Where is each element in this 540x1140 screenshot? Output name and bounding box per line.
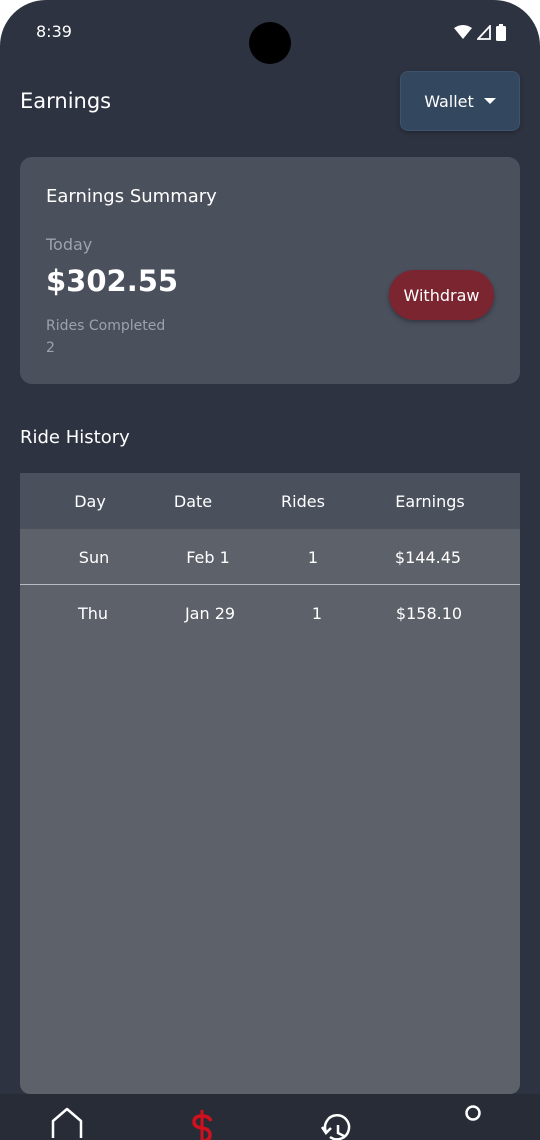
row-earnings: $158.10 (395, 604, 463, 623)
rides-completed-label: Rides Completed (46, 318, 166, 334)
table-row[interactable]: Sun Feb 1 1 $144.45 (20, 529, 520, 585)
column-header-date: Date (173, 492, 213, 511)
wifi-icon (454, 25, 472, 39)
column-header-day: Day (74, 492, 106, 511)
row-date: Feb 1 (186, 548, 230, 567)
ride-history-table: Day Date Rides Earnings Sun Feb 1 1 $144… (20, 473, 520, 1094)
battery-icon (496, 24, 506, 41)
withdraw-button[interactable]: Withdraw (389, 270, 494, 320)
column-header-rides: Rides (281, 492, 325, 511)
camera-cutout (249, 22, 291, 64)
caret-down-icon (483, 98, 496, 104)
period-label: Today (46, 235, 93, 254)
history-icon (320, 1114, 351, 1140)
wallet-dropdown[interactable]: Wallet (400, 71, 520, 131)
dollar-icon (192, 1110, 213, 1140)
nav-item-home[interactable] (37, 1104, 97, 1140)
row-rides: 1 (311, 604, 323, 623)
profile-icon (465, 1105, 481, 1121)
ride-history-title: Ride History (20, 427, 130, 448)
screen: 8:39 Earnings Wallet Earnings Summary To… (0, 0, 540, 1140)
nav-item-earnings[interactable] (172, 1104, 232, 1140)
nav-item-profile[interactable] (442, 1104, 502, 1140)
bottom-nav (0, 1094, 540, 1140)
table-header: Day Date Rides Earnings (20, 473, 520, 529)
earnings-amount: $302.55 (46, 264, 179, 298)
nav-item-history[interactable] (307, 1104, 367, 1140)
row-day: Thu (77, 604, 109, 623)
signal-icon (477, 25, 491, 40)
row-date: Jan 29 (184, 604, 236, 623)
row-earnings: $144.45 (394, 548, 462, 567)
earnings-summary-card: Earnings Summary Today $302.55 Rides Com… (20, 157, 520, 384)
status-time: 8:39 (36, 22, 72, 41)
status-icons (454, 24, 506, 41)
table-row[interactable]: Thu Jan 29 1 $158.10 (20, 585, 520, 641)
row-day: Sun (78, 548, 110, 567)
column-header-earnings: Earnings (395, 492, 465, 511)
page-title: Earnings (20, 89, 112, 113)
home-icon (51, 1107, 83, 1138)
rides-completed-value: 2 (46, 340, 55, 356)
summary-title: Earnings Summary (46, 186, 217, 207)
wallet-dropdown-label: Wallet (424, 91, 474, 111)
row-rides: 1 (307, 548, 319, 567)
